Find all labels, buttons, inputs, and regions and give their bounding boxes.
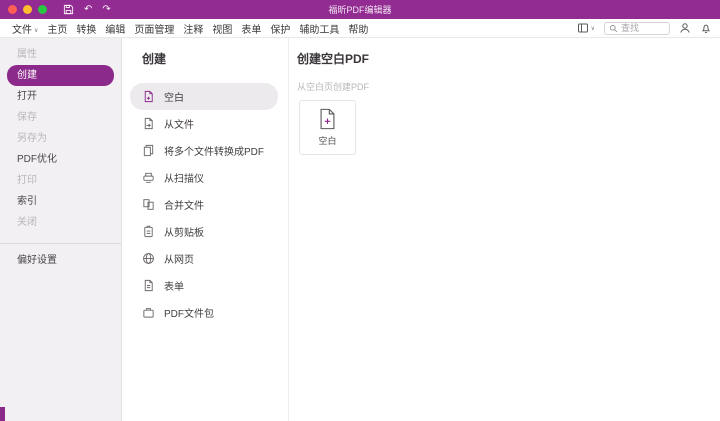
minimize-button[interactable] (23, 5, 32, 14)
zoom-button[interactable] (38, 5, 47, 14)
save-icon[interactable] (63, 4, 74, 15)
corner-accent (0, 407, 5, 421)
sidebar-item-save-as: 另存为 (17, 133, 47, 144)
undo-icon[interactable]: ↶ (84, 4, 92, 15)
clipboard-icon (142, 225, 155, 238)
account-icon[interactable] (679, 22, 691, 34)
menu-accessibility[interactable]: 辅助工具 (299, 21, 339, 36)
combine-files-icon (142, 198, 155, 211)
scanner-icon (142, 171, 155, 184)
search-icon (609, 24, 618, 33)
sidebar-item-close: 关闭 (17, 217, 37, 228)
window-controls (8, 5, 47, 14)
blank-doc-icon (142, 90, 155, 103)
detail-title: 创建空白PDF (297, 52, 370, 66)
menu-file[interactable]: 文件 ∨ (12, 21, 38, 36)
create-item-from-clipboard[interactable]: 从剪贴板 (130, 218, 278, 245)
menu-view[interactable]: 视图 (212, 21, 232, 36)
menubar: 文件 ∨ 主页 转换 编辑 页面管理 注释 视图 表单 保护 辅助工具 帮助 ∨ (0, 19, 720, 38)
blank-doc-plus-icon (318, 108, 337, 130)
sidebar-item-pdf-optimize[interactable]: PDF优化 (0, 149, 121, 170)
menu-form[interactable]: 表单 (241, 21, 261, 36)
backstage-view: 属性 创建 打开 保存 另存为 PDF优化 打印 索引 关闭 偏好设置 创建 空… (0, 38, 720, 421)
create-item-form[interactable]: 表单 (130, 272, 278, 299)
web-page-icon (142, 252, 155, 265)
create-item-multiple-files[interactable]: 将多个文件转换成PDF (130, 137, 278, 164)
menu-protect[interactable]: 保护 (270, 21, 290, 36)
titlebar: ↶ ↷ 福昕PDF编辑器 (0, 0, 720, 19)
from-file-icon (142, 117, 155, 130)
create-item-pdf-portfolio[interactable]: PDF文件包 (130, 299, 278, 326)
create-item-blank[interactable]: 空白 (130, 83, 278, 110)
notification-bell-icon[interactable] (700, 22, 712, 34)
chevron-down-icon: ∨ (34, 27, 39, 34)
detail-subtitle: 从空白页创建PDF (297, 82, 370, 92)
menu-convert[interactable]: 转换 (76, 21, 96, 36)
create-method-list: 创建 空白 从文件 将多个文件转换成PDF 从扫描仪 合并文件 从剪贴板 从网页… (122, 38, 289, 421)
sidebar-item-print: 打印 (17, 175, 37, 186)
menu-help[interactable]: 帮助 (348, 21, 368, 36)
create-item-from-scanner[interactable]: 从扫描仪 (130, 164, 278, 191)
sidebar-item-properties: 属性 (17, 49, 37, 60)
menu-page-organize[interactable]: 页面管理 (134, 21, 174, 36)
menu-edit[interactable]: 编辑 (105, 21, 125, 36)
redo-icon[interactable]: ↷ (102, 4, 110, 15)
search-box[interactable] (604, 21, 670, 35)
chevron-down-icon: ∨ (590, 25, 595, 32)
sidebar-item-save: 保存 (17, 112, 37, 123)
sidebar-item-open[interactable]: 打开 (0, 86, 121, 107)
create-item-from-file[interactable]: 从文件 (130, 110, 278, 137)
file-sidebar: 属性 创建 打开 保存 另存为 PDF优化 打印 索引 关闭 偏好设置 (0, 38, 122, 421)
create-item-combine-files[interactable]: 合并文件 (130, 191, 278, 218)
blank-pdf-card[interactable]: 空白 (299, 100, 356, 155)
layout-view-icon[interactable]: ∨ (577, 22, 595, 34)
form-icon (142, 279, 155, 292)
sidebar-item-index[interactable]: 索引 (0, 191, 121, 212)
search-input[interactable] (621, 23, 665, 33)
create-blank-detail-panel: 创建空白PDF 从空白页创建PDF 空白 (289, 38, 720, 421)
close-button[interactable] (8, 5, 17, 14)
app-window: ↶ ↷ 福昕PDF编辑器 文件 ∨ 主页 转换 编辑 页面管理 注释 视图 表单 … (0, 0, 720, 421)
create-panel-title: 创建 (142, 52, 167, 66)
pdf-portfolio-icon (142, 306, 155, 319)
create-item-from-web-page[interactable]: 从网页 (130, 245, 278, 272)
multiple-files-icon (142, 144, 155, 157)
blank-card-label: 空白 (318, 136, 337, 146)
menu-comment[interactable]: 注释 (183, 21, 203, 36)
sidebar-item-preferences[interactable]: 偏好设置 (0, 250, 121, 271)
sidebar-item-create[interactable]: 创建 (7, 65, 114, 86)
sidebar-divider (0, 243, 121, 244)
menu-home[interactable]: 主页 (47, 21, 67, 36)
